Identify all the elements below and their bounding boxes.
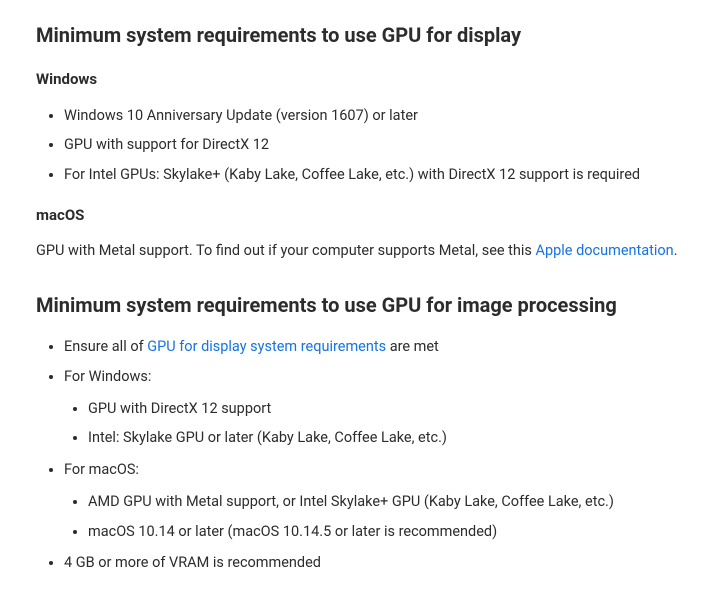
list-item: Intel: Skylake GPU or later (Kaby Lake, … <box>88 427 679 449</box>
macos-sublist-label: For macOS: <box>64 461 139 478</box>
text-before-link: Ensure all of <box>64 338 147 355</box>
apple-documentation-link[interactable]: Apple documentation <box>536 242 674 259</box>
windows-sublist: GPU with DirectX 12 support Intel: Skyla… <box>64 398 679 450</box>
list-item: GPU with DirectX 12 support <box>88 398 679 420</box>
section2-heading: Minimum system requirements to use GPU f… <box>36 290 679 320</box>
gpu-display-requirements-link[interactable]: GPU for display system requirements <box>147 338 386 355</box>
text-after-link: are met <box>386 338 439 355</box>
text-after-link: . <box>674 242 678 259</box>
list-item: For Windows: GPU with DirectX 12 support… <box>64 366 679 449</box>
list-item: AMD GPU with Metal support, or Intel Sky… <box>88 491 679 513</box>
list-item: Windows 10 Anniversary Update (version 1… <box>64 105 679 127</box>
windows-sublist-label: For Windows: <box>64 368 151 385</box>
list-item: For macOS: AMD GPU with Metal support, o… <box>64 459 679 542</box>
image-processing-requirements-list: Ensure all of GPU for display system req… <box>36 336 679 574</box>
macos-requirement-text: GPU with Metal support. To find out if y… <box>36 240 679 262</box>
windows-subheading: Windows <box>36 68 679 91</box>
section1-heading: Minimum system requirements to use GPU f… <box>36 20 679 50</box>
list-item: 4 GB or more of VRAM is recommended <box>64 552 679 574</box>
list-item: Ensure all of GPU for display system req… <box>64 336 679 358</box>
macos-sublist: AMD GPU with Metal support, or Intel Sky… <box>64 491 679 543</box>
macos-subheading: macOS <box>36 204 679 227</box>
list-item: GPU with support for DirectX 12 <box>64 134 679 156</box>
list-item: For Intel GPUs: Skylake+ (Kaby Lake, Cof… <box>64 164 679 186</box>
windows-requirements-list: Windows 10 Anniversary Update (version 1… <box>36 105 679 186</box>
list-item: macOS 10.14 or later (macOS 10.14.5 or l… <box>88 521 679 543</box>
text-before-link: GPU with Metal support. To find out if y… <box>36 242 536 259</box>
